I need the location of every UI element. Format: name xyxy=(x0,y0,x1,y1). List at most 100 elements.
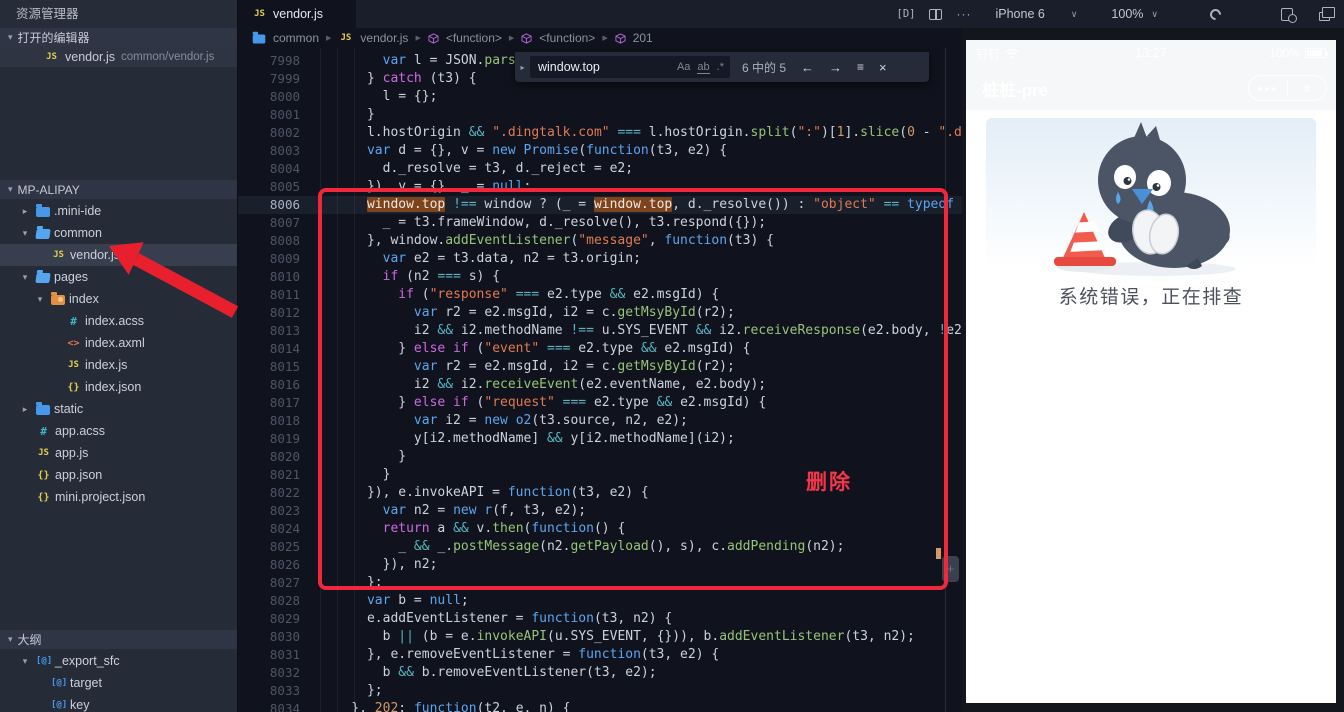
tree-item-pages[interactable]: ▾pages xyxy=(0,266,237,288)
inspect-element-icon[interactable]: [D] xyxy=(897,8,916,20)
tree-item-index-json[interactable]: {}index.json xyxy=(0,376,237,398)
windows-stack-icon[interactable] xyxy=(1319,12,1330,21)
breadcrumb-item[interactable]: <function> xyxy=(539,31,595,45)
overview-ruler[interactable] xyxy=(945,48,946,712)
line-number: 7999 xyxy=(238,70,300,88)
apps-grid-icon[interactable] xyxy=(1245,8,1257,20)
code-line[interactable]: 8011 if ("response" === e2.type && e2.ms… xyxy=(238,286,962,304)
tree-item-index-js[interactable]: JSindex.js xyxy=(0,354,237,376)
line-number: 8010 xyxy=(238,268,300,286)
prev-match-icon[interactable]: ← xyxy=(801,60,814,75)
code-line[interactable]: 8003 var d = {}, v = new Promise(functio… xyxy=(238,142,962,160)
tree-item-static[interactable]: ▸static xyxy=(0,398,237,420)
scrollbar-thumb[interactable]: + xyxy=(942,556,959,582)
code-line[interactable]: 8021 } xyxy=(238,466,962,484)
code-line[interactable]: 8024 return a && v.then(function() { xyxy=(238,520,962,538)
breadcrumb-item[interactable]: vendor.js xyxy=(360,31,408,45)
symbol-cube-icon xyxy=(428,33,439,44)
code-line[interactable]: 8030 b || (b = e.invokeAPI(u.SYS_EVENT, … xyxy=(238,628,962,646)
find-query: window.top xyxy=(538,60,670,74)
outline-section-header[interactable]: ▾ 大纲 xyxy=(0,630,237,649)
code-line[interactable]: 8013 i2 && i2.methodName !== u.SYS_EVENT… xyxy=(238,322,962,340)
code-line[interactable]: 8004 d._resolve = t3, d._reject = e2; xyxy=(238,160,962,178)
project-section-header[interactable]: ▾ MP-ALIPAY xyxy=(0,180,237,199)
code-line[interactable]: 8009 var e2 = t3.data, n2 = t3.origin; xyxy=(238,250,962,268)
code-line[interactable]: 8000 l = {}; xyxy=(238,88,962,106)
code-line[interactable]: 8014 } else if ("event" === e2.type && e… xyxy=(238,340,962,358)
code-line[interactable]: 8032 b && b.removeEventListener(t3, e2); xyxy=(238,664,962,682)
code-line[interactable]: 8031 }, e.removeEventListener = function… xyxy=(238,646,962,664)
open-editor-entry[interactable]: JS vendor.js common/vendor.js xyxy=(0,47,237,67)
next-match-icon[interactable]: → xyxy=(829,60,842,75)
split-editor-icon[interactable] xyxy=(929,9,942,20)
code-line[interactable]: 8017 } else if ("request" === e2.type &&… xyxy=(238,394,962,412)
breadcrumb-item[interactable]: <function> xyxy=(446,31,502,45)
tree-item-app-acss[interactable]: #app.acss xyxy=(0,420,237,442)
code-line[interactable]: 8028 var b = null; xyxy=(238,592,962,610)
symbol-cube-icon xyxy=(521,33,532,44)
code-line[interactable]: 8015 var r2 = e2.msgId, i2 = c.getMsyByI… xyxy=(238,358,962,376)
match-case-icon[interactable]: Aa xyxy=(677,61,690,73)
tree-item-vendor-js[interactable]: JSvendor.js xyxy=(0,244,237,266)
more-actions-icon[interactable]: ··· xyxy=(956,7,971,21)
line-number: 8027 xyxy=(238,574,300,592)
code-line[interactable]: 8020 } xyxy=(238,448,962,466)
code-area[interactable]: 7998 var l = JSON.pars7999 } catch (t3) … xyxy=(238,48,962,712)
device-preview-icon[interactable] xyxy=(1281,8,1293,21)
code-line[interactable]: 8034 }, 202: function(t2, e, n) { xyxy=(238,700,962,712)
code-line[interactable]: 8005 }), v = {}, _ = null; xyxy=(238,178,962,196)
line-number: 8005 xyxy=(238,178,300,196)
tree-item-app-json[interactable]: {}app.json xyxy=(0,464,237,486)
breadcrumb-item[interactable]: common xyxy=(273,31,319,45)
tree-item-mini-ide[interactable]: ▸.mini-ide xyxy=(0,200,237,222)
code-line[interactable]: 8026 }), n2; xyxy=(238,556,962,574)
tree-item-mini-project-json[interactable]: {}mini.project.json xyxy=(0,486,237,508)
code-line[interactable]: 8001 } xyxy=(238,106,962,124)
code-line[interactable]: 8007 _ = t3.frameWindow, d._resolve(), t… xyxy=(238,214,962,232)
tab-label: vendor.js xyxy=(273,7,323,21)
code-line[interactable]: 8025 _ && _.postMessage(n2.getPayload(),… xyxy=(238,538,962,556)
code-line[interactable]: 8008 }, window.addEventListener("message… xyxy=(238,232,962,250)
find-input[interactable]: window.top Aa ab .* xyxy=(530,56,730,78)
chevron-down-icon: ∨ xyxy=(1151,9,1158,20)
explorer-sidebar: 资源管理器 ▾ 打开的编辑器 JS vendor.js common/vendo… xyxy=(0,0,238,712)
folder-icon xyxy=(253,35,266,44)
code-line[interactable]: 8027 }; xyxy=(238,574,962,592)
code-line[interactable]: 8022 }), e.invokeAPI = function(t3, e2) … xyxy=(238,484,962,502)
open-editors-header[interactable]: ▾ 打开的编辑器 xyxy=(0,28,237,47)
refresh-icon[interactable] xyxy=(1208,6,1224,22)
whole-word-icon[interactable]: ab xyxy=(697,61,709,74)
regex-icon[interactable]: .* xyxy=(717,61,724,73)
chevron-down-icon: ▾ xyxy=(18,228,32,239)
tree-item-index-acss[interactable]: #index.acss xyxy=(0,310,237,332)
line-number: 8020 xyxy=(238,448,300,466)
device-select[interactable]: iPhone 6 ∨ xyxy=(995,7,1077,21)
code-line[interactable]: 8029 e.addEventListener = function(t3, n… xyxy=(238,610,962,628)
breadcrumb-item[interactable]: 201 xyxy=(633,31,653,45)
code-line[interactable]: 8023 var n2 = new r(f, t3, e2); xyxy=(238,502,962,520)
code-line[interactable]: 8016 i2 && i2.receiveEvent(e2.eventName,… xyxy=(238,376,962,394)
find-in-selection-icon[interactable]: ≡ xyxy=(857,60,864,74)
find-expand-icon[interactable]: ▸ xyxy=(515,63,530,72)
tab-vendor-js[interactable]: JS vendor.js xyxy=(238,0,356,28)
outline-tree: ▾[@]_export_sfc [@]target [@]key xyxy=(0,650,237,712)
code-line[interactable]: 8002 l.hostOrigin && ".dingtalk.com" ===… xyxy=(238,124,962,142)
code-line[interactable]: 8012 var r2 = e2.msgId, i2 = c.getMsyByI… xyxy=(238,304,962,322)
code-line[interactable]: 8033 }; xyxy=(238,682,962,700)
capsule-more-icon[interactable]: ●●● xyxy=(1249,84,1287,93)
js-file-icon: JS xyxy=(338,33,353,43)
tree-item-app-js[interactable]: JSapp.js xyxy=(0,442,237,464)
outline-item-target[interactable]: [@]target xyxy=(0,672,237,694)
code-line[interactable]: 8018 var i2 = new o2(t3.source, n2, e2); xyxy=(238,412,962,430)
zoom-select[interactable]: 100% ∨ xyxy=(1111,7,1158,21)
outline-item-key[interactable]: [@]key xyxy=(0,694,237,712)
code-line[interactable]: 8010 if (n2 === s) { xyxy=(238,268,962,286)
tree-item-index[interactable]: ▾index xyxy=(0,288,237,310)
tree-item-common[interactable]: ▾common xyxy=(0,222,237,244)
code-line[interactable]: 8006 window.top !== window ? (_ = window… xyxy=(238,196,962,214)
close-find-icon[interactable]: × xyxy=(879,60,887,75)
capsule-close-icon[interactable]: × xyxy=(1288,80,1326,96)
code-line[interactable]: 8019 y[i2.methodName] && y[i2.methodName… xyxy=(238,430,962,448)
outline-item-export-sfc[interactable]: ▾[@]_export_sfc xyxy=(0,650,237,672)
tree-item-index-axml[interactable]: <>index.axml xyxy=(0,332,237,354)
